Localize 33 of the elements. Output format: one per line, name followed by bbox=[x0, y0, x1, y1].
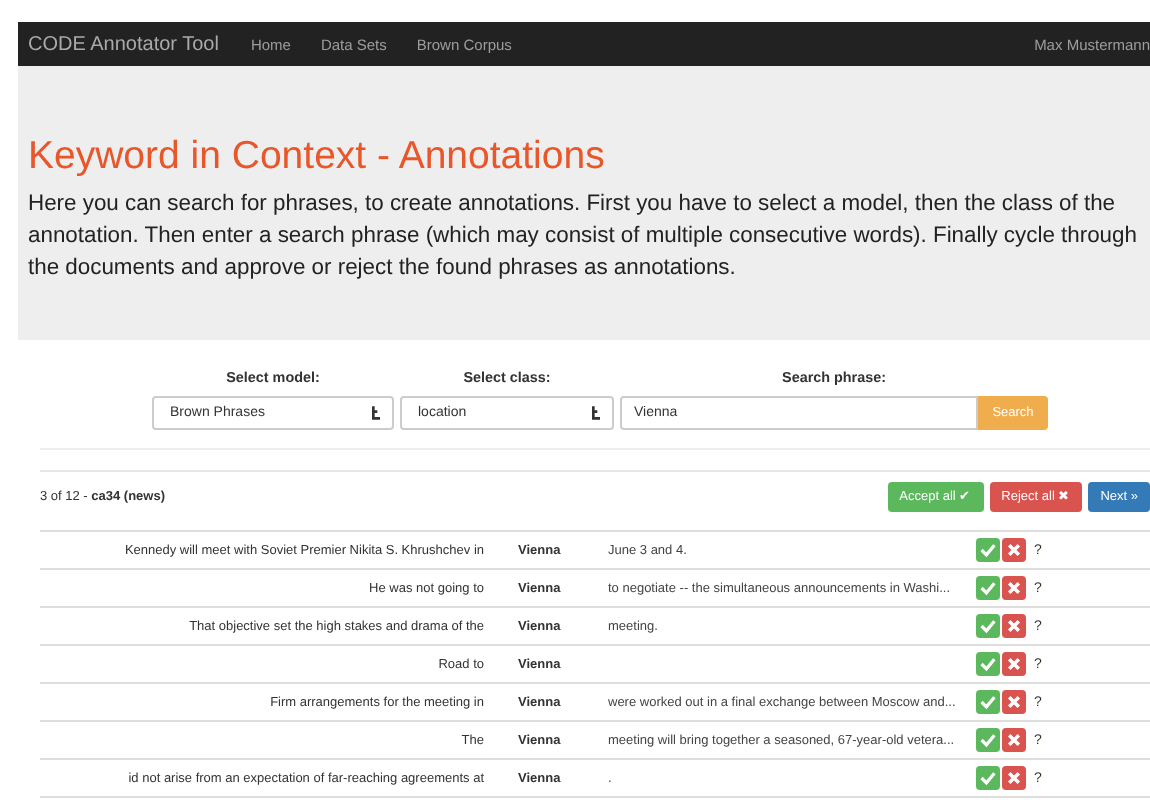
close-icon bbox=[1006, 732, 1022, 748]
reject-button[interactable] bbox=[1002, 652, 1026, 676]
close-icon bbox=[1006, 580, 1022, 596]
reject-button[interactable] bbox=[1002, 690, 1026, 714]
accept-button[interactable] bbox=[976, 690, 1000, 714]
close-icon bbox=[1006, 770, 1022, 786]
accept-button[interactable] bbox=[976, 614, 1000, 638]
reject-button[interactable] bbox=[1002, 728, 1026, 752]
dropdown-arrow-icon bbox=[372, 406, 380, 420]
reject-button[interactable] bbox=[1002, 766, 1026, 790]
dropdown-arrow-icon bbox=[592, 406, 600, 420]
close-icon bbox=[1006, 542, 1022, 558]
close-icon bbox=[1006, 694, 1022, 710]
check-icon bbox=[980, 542, 996, 558]
accept-button[interactable] bbox=[976, 576, 1000, 600]
intro-text: Here you can search for phrases, to create annotations. First you have to select a model, then the class of the annotation. Then enter a search phrase (which may consist of multiple consecutive words). Finally cycle through the documents and approve or reject the found phrases as annotations. bbox=[28, 190, 1139, 284]
check-icon bbox=[980, 770, 996, 786]
page-title: Keyword in Context - Annotations bbox=[28, 132, 607, 178]
brand-link[interactable]: CODE Annotator Tool bbox=[28, 33, 219, 55]
accept-button[interactable] bbox=[976, 728, 1000, 752]
accept-button[interactable] bbox=[976, 766, 1000, 790]
check-icon bbox=[980, 732, 996, 748]
accept-button[interactable] bbox=[976, 652, 1000, 676]
check-icon bbox=[980, 656, 996, 672]
close-icon bbox=[1006, 656, 1022, 672]
reject-button[interactable] bbox=[1002, 538, 1026, 562]
reject-button[interactable] bbox=[1002, 614, 1026, 638]
check-icon bbox=[980, 618, 996, 634]
check-icon bbox=[980, 694, 996, 710]
close-icon bbox=[1006, 618, 1022, 634]
check-icon bbox=[980, 580, 996, 596]
reject-button[interactable] bbox=[1002, 576, 1026, 600]
accept-button[interactable] bbox=[976, 538, 1000, 562]
